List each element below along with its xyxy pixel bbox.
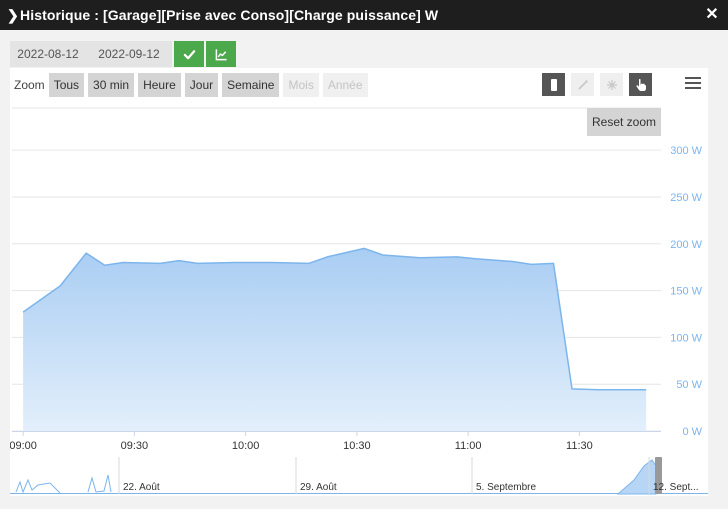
- navigator-background: [10, 457, 708, 494]
- validate-button[interactable]: [174, 41, 204, 67]
- compare-button[interactable]: [206, 41, 236, 67]
- zoom-button-semaine[interactable]: Semaine: [222, 73, 280, 97]
- battery-icon: [550, 78, 557, 91]
- snowflake-icon: [606, 79, 617, 90]
- x-tick-label: 09:30: [121, 440, 149, 452]
- zoom-button-heure[interactable]: Heure: [138, 73, 181, 97]
- window-title: Historique : [Garage][Prise avec Conso][…: [20, 7, 439, 23]
- navigator-label: 22. Août: [123, 482, 160, 493]
- end-date-input[interactable]: 2022-09-12: [86, 41, 172, 67]
- zoom-button-annee: Année: [322, 73, 368, 97]
- zoom-button-tous[interactable]: Tous: [48, 73, 85, 97]
- x-tick-label: 10:00: [232, 440, 260, 452]
- wand-icon: [577, 79, 588, 90]
- hamburger-line: [685, 82, 701, 84]
- series-area-fill: [23, 248, 647, 431]
- title-bar: ❯ Historique : [Garage][Prise avec Conso…: [0, 0, 728, 30]
- x-tick-label: 11:00: [455, 440, 482, 452]
- y-tick-label: 150 W: [670, 286, 702, 298]
- hand-pointer-icon: [635, 78, 646, 91]
- zoom-button-mois: Mois: [283, 73, 319, 97]
- y-tick-label: 50 W: [676, 379, 702, 391]
- y-tick-label: 250 W: [670, 192, 702, 204]
- line-chart-icon: [215, 48, 227, 60]
- zoom-bar: Zoom Tous 30 min Heure Jour Semaine Mois…: [14, 73, 372, 97]
- spline-mode-button[interactable]: [600, 73, 623, 96]
- history-window: ❯ Historique : [Garage][Prise avec Conso…: [0, 0, 728, 509]
- chart-menu-button[interactable]: [682, 73, 704, 93]
- navigator-label: 29. Août: [300, 482, 337, 493]
- zoom-button-jour[interactable]: Jour: [184, 73, 219, 97]
- y-tick-label: 100 W: [670, 332, 702, 344]
- close-icon[interactable]: ✕: [702, 5, 722, 25]
- hamburger-line: [685, 77, 701, 79]
- reset-zoom-button[interactable]: Reset zoom: [587, 108, 661, 136]
- x-tick-label: 11:30: [566, 440, 593, 452]
- chart-panel: 0 W 50 W 100 W 150 W 200 W 250 W 300 W 09:00 09…: [10, 68, 708, 496]
- y-tick-label: 300 W: [670, 145, 702, 157]
- x-tick-label: 10:30: [343, 440, 371, 452]
- navigator-label: 5. Septembre: [476, 482, 536, 493]
- chevron-right-icon: ❯: [7, 6, 19, 23]
- chart-mode-bar: [536, 73, 652, 97]
- check-icon: [183, 49, 195, 59]
- navigator-label: 12. Sept...: [653, 482, 699, 493]
- zoom-label: Zoom: [14, 78, 45, 92]
- zoom-button-30min[interactable]: 30 min: [88, 73, 135, 97]
- start-date-input[interactable]: 2022-08-12: [10, 41, 86, 67]
- y-tick-label: 0 W: [682, 426, 702, 438]
- x-tick-label: 09:00: [10, 440, 37, 452]
- y-tick-label: 200 W: [670, 239, 702, 251]
- date-toolbar: 2022-08-12 2022-09-12: [10, 41, 236, 67]
- hamburger-line: [685, 87, 701, 89]
- line-mode-button[interactable]: [571, 73, 594, 96]
- bar-mode-button[interactable]: [542, 73, 565, 96]
- pointer-mode-button[interactable]: [629, 73, 652, 96]
